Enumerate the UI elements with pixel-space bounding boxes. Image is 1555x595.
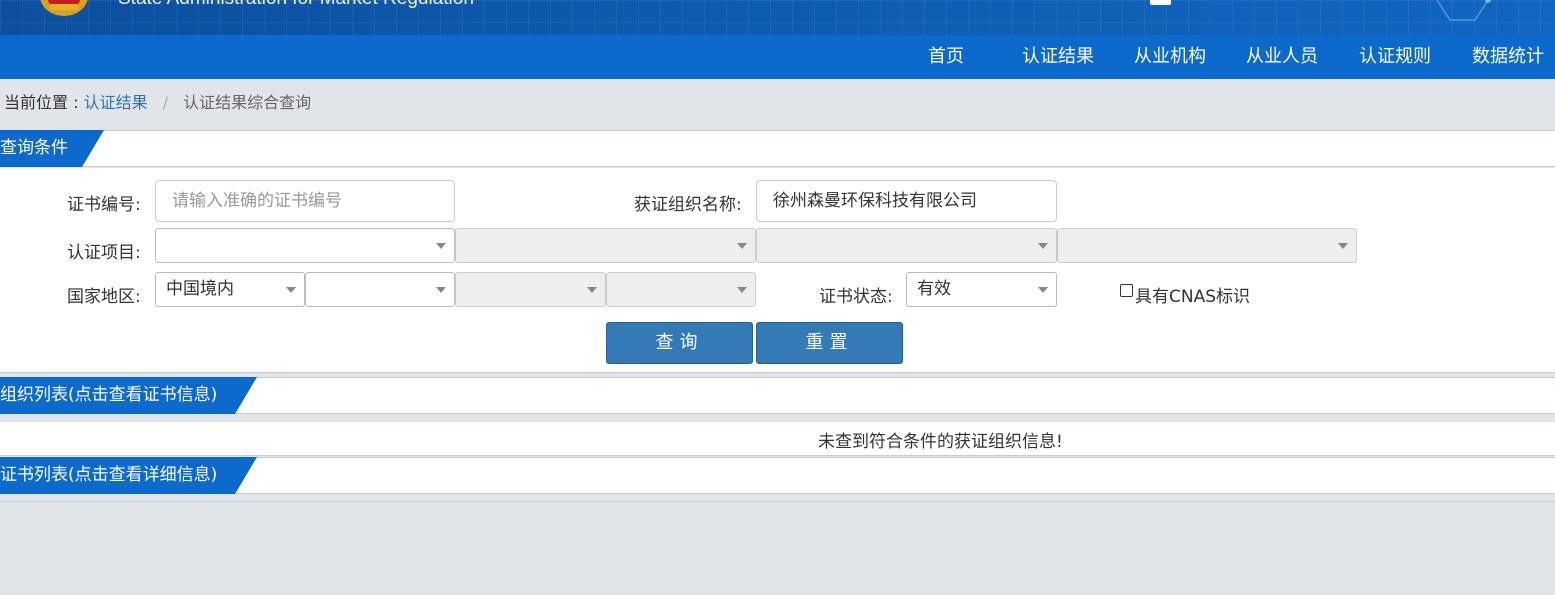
cnas-label: 具有CNAS标识	[1135, 287, 1251, 307]
status-select-value: 有效	[917, 279, 951, 299]
cert-list-section-title: 证书列表(点击查看详细信息)	[0, 457, 257, 494]
chevron-down-icon	[436, 287, 446, 293]
chevron-down-icon	[1038, 287, 1048, 293]
cert-list-section-header: 证书列表(点击查看详细信息)	[0, 457, 1555, 494]
site-name-english: State Administration for Market Regulati…	[118, 0, 474, 10]
org-list-section-header: 组织列表(点击查看证书信息)	[0, 377, 1555, 414]
nav-item-cert-rules[interactable]: 认证规则	[1359, 35, 1431, 79]
breadcrumb-prefix: 当前位置 :	[4, 93, 79, 112]
project-select-4[interactable]	[1057, 228, 1357, 263]
org-name-input[interactable]: 徐州森曼环保科技有限公司	[756, 180, 1057, 222]
nav-item-personnel[interactable]: 从业人员	[1246, 35, 1318, 79]
breadcrumb: 当前位置 : 认证结果 / 认证结果综合查询	[4, 89, 311, 113]
top-banner: State Administration for Market Regulati…	[0, 0, 1555, 35]
breadcrumb-link-cert-results[interactable]: 认证结果	[84, 93, 148, 112]
chevron-down-icon	[737, 243, 747, 249]
chevron-down-icon	[1038, 243, 1048, 249]
cert-no-input[interactable]: 请输入准确的证书编号	[155, 180, 455, 222]
chevron-down-icon	[286, 287, 296, 293]
query-form: 证书编号: 请输入准确的证书编号 获证组织名称: 徐州森曼环保科技有限公司 认证…	[0, 168, 1555, 373]
reset-button[interactable]: 重置	[756, 322, 903, 364]
project-label: 认证项目:	[67, 243, 141, 263]
chevron-down-icon	[587, 287, 597, 293]
nav-item-cert-results[interactable]: 认证结果	[1022, 35, 1094, 79]
org-list-empty-row: 未查到符合条件的获证组织信息!	[0, 422, 1555, 456]
query-section-title: 查询条件	[0, 130, 104, 167]
divider	[0, 501, 1555, 502]
project-select-3[interactable]	[756, 228, 1057, 263]
nav-item-home[interactable]: 首页	[928, 35, 964, 79]
nav-item-statistics[interactable]: 数据统计	[1472, 35, 1544, 79]
user-icon[interactable]	[1150, 0, 1171, 5]
status-select[interactable]: 有效	[906, 272, 1057, 307]
search-button[interactable]: 查询	[606, 322, 753, 364]
cnas-checkbox[interactable]	[1120, 284, 1133, 297]
city-select[interactable]	[455, 272, 606, 307]
main-nav: 首页 认证结果 从业机构 从业人员 认证规则 数据统计	[0, 35, 1555, 79]
breadcrumb-current: 认证结果综合查询	[183, 93, 312, 112]
org-list-empty-message: 未查到符合条件的获证组织信息!	[818, 432, 1063, 452]
status-label: 证书状态:	[819, 287, 893, 307]
org-list-section-title: 组织列表(点击查看证书信息)	[0, 377, 257, 414]
cert-no-label: 证书编号:	[67, 195, 141, 215]
network-decoration-icon	[1436, 0, 1491, 21]
org-name-label: 获证组织名称:	[634, 195, 742, 215]
country-select-value: 中国境内	[166, 279, 234, 299]
chevron-down-icon	[1338, 243, 1348, 249]
country-label: 国家地区:	[67, 287, 141, 307]
nav-item-institutions[interactable]: 从业机构	[1134, 35, 1206, 79]
chevron-down-icon	[737, 287, 747, 293]
chevron-down-icon	[436, 243, 446, 249]
breadcrumb-separator: /	[162, 93, 169, 112]
country-select[interactable]: 中国境内	[155, 272, 305, 307]
province-select[interactable]	[305, 272, 455, 307]
query-section-header: 查询条件	[0, 130, 1555, 167]
project-select-2[interactable]	[455, 228, 756, 263]
national-emblem-icon	[40, 0, 88, 16]
district-select[interactable]	[606, 272, 756, 307]
project-select-1[interactable]	[155, 228, 455, 263]
